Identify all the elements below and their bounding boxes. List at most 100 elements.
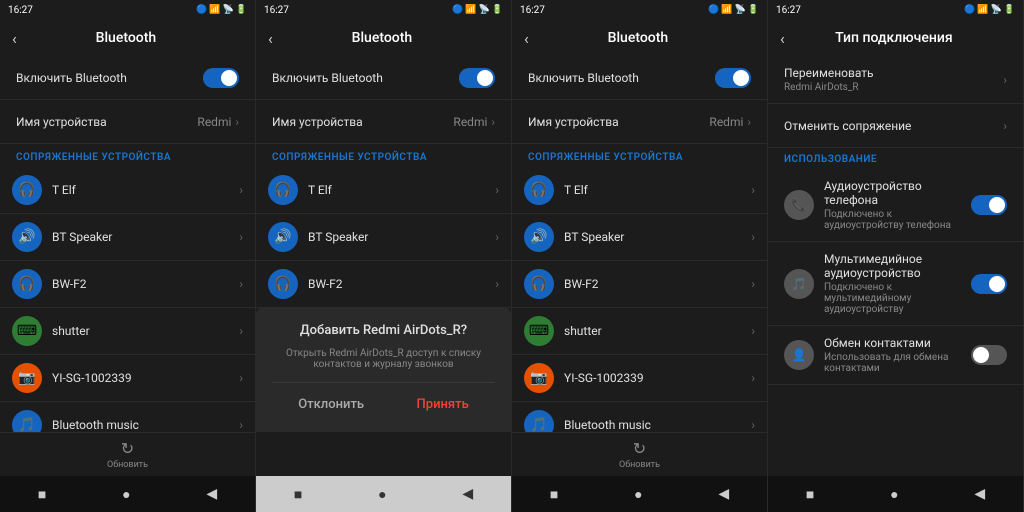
- paired-section-1: СОПРЯЖЕННЫЕ УСТРОЙСТВА: [0, 144, 255, 167]
- status-icons-4: 🔵📶📡🔋: [964, 5, 1015, 15]
- device-YI-1[interactable]: 📷 YI-SG-1002339 ›: [0, 355, 255, 402]
- refresh-button-1[interactable]: ↻ Обновить: [107, 439, 148, 470]
- device-BW-F2-2[interactable]: 🎧 BW-F2 ›: [256, 261, 511, 308]
- nav-back-4[interactable]: ◀: [958, 482, 1001, 506]
- device-BT-Speaker-1[interactable]: 🔊 BT Speaker ›: [0, 214, 255, 261]
- status-bar-4: 16:27 🔵📶📡🔋: [768, 0, 1023, 20]
- nav-back-2[interactable]: ◀: [446, 482, 489, 506]
- refresh-icon-3: ↻: [633, 439, 646, 458]
- audio-phone-label: Аудиоустройство телефона: [824, 179, 971, 207]
- bluetooth-label-1: Включить Bluetooth: [16, 71, 203, 85]
- device-name-shutter-1: shutter: [52, 324, 239, 338]
- refresh-button-3[interactable]: ↻ Обновить: [619, 439, 660, 470]
- device-BT-Speaker-3[interactable]: 🔊 BT Speaker ›: [512, 214, 767, 261]
- dialog-buttons: Отклонить Принять: [272, 382, 495, 416]
- panel-1: 16:27 🔵📶📡🔋 ‹ Bluetooth Включить Bluetoot…: [0, 0, 256, 512]
- nav-back-3[interactable]: ◀: [702, 482, 745, 506]
- nav-circle-2[interactable]: ●: [362, 482, 402, 507]
- device-icon-1: 🎧: [12, 175, 42, 205]
- unpair-row[interactable]: Отменить сопряжение ›: [768, 104, 1023, 148]
- contacts-text: Обмен контактами Использовать для обмена…: [824, 336, 971, 374]
- rename-label: Переименовать: [784, 66, 874, 80]
- chevron-device-1: ›: [235, 115, 239, 129]
- usage-media-audio[interactable]: 🎵 Мультимедийное аудиоустройство Подключ…: [768, 242, 1023, 326]
- accept-button[interactable]: Принять: [397, 393, 489, 416]
- back-button-2[interactable]: ‹: [268, 29, 273, 48]
- device-name-value-3: Redmi: [709, 115, 743, 129]
- rename-row[interactable]: Переименовать Redmi AirDots_R ›: [768, 56, 1023, 104]
- device-name-bwf2-2: BW-F2: [308, 277, 495, 291]
- chevron-rename: ›: [1003, 73, 1007, 87]
- bluetooth-toggle-row-2[interactable]: Включить Bluetooth: [256, 56, 511, 100]
- usage-contacts[interactable]: 👤 Обмен контактами Использовать для обме…: [768, 326, 1023, 385]
- device-name-telf-2: T Elf: [308, 183, 495, 197]
- media-audio-text: Мультимедийное аудиоустройство Подключен…: [824, 252, 971, 315]
- panel-2: 16:27 🔵📶📡🔋 ‹ Bluetooth Включить Bluetoot…: [256, 0, 512, 512]
- rename-text: Переименовать Redmi AirDots_R: [784, 66, 874, 93]
- media-audio-toggle[interactable]: [971, 274, 1007, 294]
- device-BW-F2-1[interactable]: 🎧 BW-F2 ›: [0, 261, 255, 308]
- device-icon-bwf2-3: 🎧: [524, 269, 554, 299]
- contacts-label: Обмен контактами: [824, 336, 971, 350]
- device-bt-music-3[interactable]: 🎵 Bluetooth music ›: [512, 402, 767, 432]
- bluetooth-toggle-2[interactable]: [459, 68, 495, 88]
- top-bar-2: ‹ Bluetooth: [256, 20, 511, 56]
- nav-square-1[interactable]: ■: [22, 482, 62, 507]
- bluetooth-toggle-3[interactable]: [715, 68, 751, 88]
- device-name-row-3[interactable]: Имя устройства Redmi ›: [512, 100, 767, 144]
- status-icons-1: 🔵📶📡🔋: [196, 5, 247, 15]
- cancel-button[interactable]: Отклонить: [278, 393, 384, 416]
- device-T-Elf-3[interactable]: 🎧 T Elf ›: [512, 167, 767, 214]
- device-icon-music-3: 🎵: [524, 410, 554, 432]
- device-icon-speaker-3: 🔊: [524, 222, 554, 252]
- chevron-unpair: ›: [1003, 119, 1007, 133]
- device-icon-yi-1: 📷: [12, 363, 42, 393]
- nav-circle-3[interactable]: ●: [618, 482, 658, 507]
- device-BT-Speaker-2[interactable]: 🔊 BT Speaker ›: [256, 214, 511, 261]
- bluetooth-toggle-row-1[interactable]: Включить Bluetooth: [0, 56, 255, 100]
- back-button-1[interactable]: ‹: [12, 29, 17, 48]
- device-name-yi-3: YI-SG-1002339: [564, 371, 751, 385]
- device-name-music-3: Bluetooth music: [564, 418, 751, 432]
- status-bar-2: 16:27 🔵📶📡🔋: [256, 0, 511, 20]
- panel-4: 16:27 🔵📶📡🔋 ‹ Тип подключения Переименова…: [768, 0, 1024, 512]
- nav-square-4[interactable]: ■: [790, 482, 830, 507]
- audio-phone-toggle[interactable]: [971, 195, 1007, 215]
- time-3: 16:27: [520, 5, 545, 16]
- back-button-4[interactable]: ‹: [780, 29, 785, 48]
- device-T-Elf-1[interactable]: 🎧 T Elf ›: [0, 167, 255, 214]
- panel-3: 16:27 🔵📶📡🔋 ‹ Bluetooth Включить Bluetoot…: [512, 0, 768, 512]
- device-shutter-1[interactable]: ⌨ shutter ›: [0, 308, 255, 355]
- device-name-row-2[interactable]: Имя устройства Redmi ›: [256, 100, 511, 144]
- status-bar-3: 16:27 🔵📶📡🔋: [512, 0, 767, 20]
- refresh-icon-1: ↻: [121, 439, 134, 458]
- contacts-sub: Использовать для обмена контактами: [824, 352, 971, 374]
- device-shutter-3[interactable]: ⌨ shutter ›: [512, 308, 767, 355]
- contacts-toggle[interactable]: [971, 345, 1007, 365]
- nav-square-3[interactable]: ■: [534, 482, 574, 507]
- nav-circle-4[interactable]: ●: [874, 482, 914, 507]
- nav-circle-1[interactable]: ●: [106, 482, 146, 507]
- bluetooth-toggle-1[interactable]: [203, 68, 239, 88]
- device-name-row-1[interactable]: Имя устройства Redmi ›: [0, 100, 255, 144]
- bluetooth-label-2: Включить Bluetooth: [272, 71, 459, 85]
- usage-audio-phone[interactable]: 📞 Аудиоустройство телефона Подключено к …: [768, 169, 1023, 242]
- device-icon-shutter-1: ⌨: [12, 316, 42, 346]
- device-bt-music-1[interactable]: 🎵 Bluetooth music ›: [0, 402, 255, 432]
- back-button-3[interactable]: ‹: [524, 29, 529, 48]
- audio-phone-icon: 📞: [784, 190, 814, 220]
- nav-square-2[interactable]: ■: [278, 482, 318, 507]
- nav-bar-4: ■ ● ◀: [768, 476, 1023, 512]
- content-4: Переименовать Redmi AirDots_R › Отменить…: [768, 56, 1023, 476]
- device-name-T-Elf-1: T Elf: [52, 183, 239, 197]
- time-1: 16:27: [8, 5, 33, 16]
- bluetooth-toggle-row-3[interactable]: Включить Bluetooth: [512, 56, 767, 100]
- device-T-Elf-2[interactable]: 🎧 T Elf ›: [256, 167, 511, 214]
- device-YI-3[interactable]: 📷 YI-SG-1002339 ›: [512, 355, 767, 402]
- device-icon-music-1: 🎵: [12, 410, 42, 432]
- status-icons-2: 🔵📶📡🔋: [452, 5, 503, 15]
- pair-dialog: Добавить Redmi AirDots_R? Открыть Redmi …: [256, 307, 511, 432]
- nav-back-1[interactable]: ◀: [190, 482, 233, 506]
- device-BW-F2-3[interactable]: 🎧 BW-F2 ›: [512, 261, 767, 308]
- device-icon-telf-3: 🎧: [524, 175, 554, 205]
